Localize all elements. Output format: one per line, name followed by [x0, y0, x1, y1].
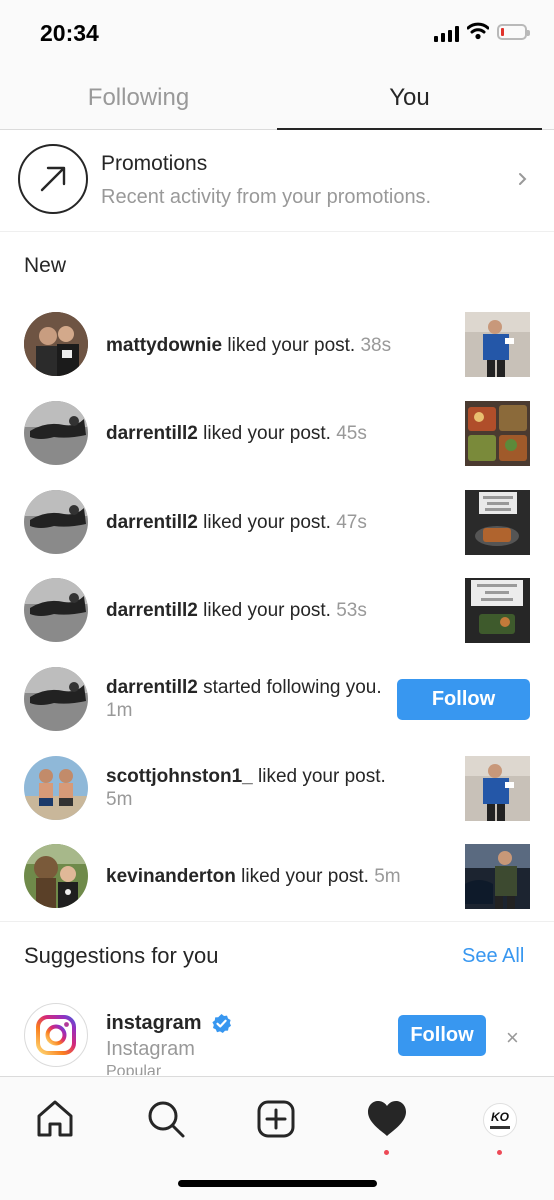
post-thumbnail[interactable] — [465, 756, 530, 821]
activity-username[interactable]: darrentill2 — [106, 512, 198, 533]
section-divider — [0, 921, 554, 922]
section-heading-new: New — [24, 254, 67, 277]
activity-username[interactable]: darrentill2 — [106, 600, 198, 621]
activity-tabs: Following You — [0, 68, 554, 130]
battery-icon — [497, 24, 530, 40]
promotions-title: Promotions — [101, 152, 208, 175]
activity-row[interactable]: darrentill2 liked your post. 47s — [0, 478, 554, 566]
signal-icon — [434, 26, 459, 42]
status-bar: 20:34 — [0, 0, 554, 68]
activity-text: scottjohnston1_ liked your post. 5m — [106, 765, 396, 811]
activity-text: darrentill2 started following you. 1m — [106, 676, 386, 722]
activity-action: liked your post. — [197, 600, 331, 621]
suggestion-username[interactable]: instagram — [106, 1012, 202, 1035]
suggestion-follow-button[interactable]: Follow — [398, 1015, 486, 1056]
tab-following[interactable]: Following — [0, 68, 277, 130]
activity-text: darrentill2 liked your post. 47s — [106, 511, 396, 534]
activity-time: 5m — [106, 789, 133, 810]
activity-row[interactable]: darrentill2 liked your post. 53s — [0, 566, 554, 654]
activity-text: darrentill2 liked your post. 45s — [106, 422, 396, 445]
activity-username[interactable]: darrentill2 — [106, 423, 198, 444]
activity-action: liked your post. — [235, 866, 369, 887]
promotions-subtitle: Recent activity from your promotions. — [101, 186, 432, 208]
activity-row[interactable]: darrentill2 started following you. 1m Fo… — [0, 655, 554, 743]
activity-row[interactable]: mattydownie liked your post. 38s — [0, 301, 554, 389]
activity-time: 47s — [336, 512, 367, 533]
activity-username[interactable]: kevinanderton — [106, 866, 236, 887]
activity-text: mattydownie liked your post. 38s — [106, 334, 396, 357]
activity-action: liked your post. — [222, 335, 356, 356]
activity-text: kevinanderton liked your post. 5m — [106, 865, 456, 888]
activity-action: started following you. — [197, 677, 382, 698]
suggestions-heading: Suggestions for you — [24, 943, 219, 968]
follow-button[interactable]: Follow — [397, 679, 530, 720]
search-icon[interactable] — [144, 1097, 188, 1141]
activity-row[interactable]: kevinanderton liked your post. 5m — [0, 832, 554, 920]
activity-time: 38s — [360, 335, 392, 356]
avatar[interactable] — [24, 667, 88, 731]
activity-username[interactable]: mattydownie — [106, 335, 222, 356]
avatar[interactable] — [24, 578, 88, 642]
activity-time: 45s — [336, 423, 367, 444]
post-thumbnail[interactable] — [465, 844, 530, 909]
post-thumbnail[interactable] — [465, 578, 530, 643]
home-icon[interactable] — [33, 1097, 77, 1141]
status-time: 20:34 — [40, 20, 99, 46]
avatar[interactable] — [24, 844, 88, 908]
avatar[interactable] — [24, 401, 88, 465]
activity-action: liked your post. — [252, 766, 386, 787]
avatar[interactable] — [24, 490, 88, 554]
dismiss-suggestion-button[interactable]: × — [506, 1025, 519, 1051]
tab-you[interactable]: You — [277, 68, 542, 130]
profile-notification-dot — [497, 1150, 502, 1155]
see-all-link[interactable]: See All — [462, 945, 524, 968]
post-thumbnail[interactable] — [465, 401, 530, 466]
profile-avatar-text: KO — [491, 1110, 509, 1124]
promotions-arrow-icon — [18, 144, 88, 214]
activity-heart-icon[interactable] — [365, 1097, 409, 1141]
avatar[interactable] — [24, 312, 88, 376]
chevron-right-icon — [519, 173, 527, 185]
activity-username[interactable]: darrentill2 — [106, 677, 198, 698]
verified-badge-icon — [212, 1014, 231, 1033]
activity-notification-dot — [384, 1150, 389, 1155]
wifi-icon — [467, 22, 489, 40]
promotions-row[interactable]: Promotions Recent activity from your pro… — [0, 130, 554, 232]
activity-time: 53s — [336, 600, 367, 621]
activity-time: 1m — [106, 700, 133, 721]
suggestion-full-name: Instagram — [106, 1038, 195, 1060]
activity-row[interactable]: scottjohnston1_ liked your post. 5m — [0, 744, 554, 832]
avatar[interactable] — [24, 756, 88, 820]
activity-action: liked your post. — [197, 512, 331, 533]
suggestion-note: Popular — [106, 1063, 162, 1075]
post-thumbnail[interactable] — [465, 490, 530, 555]
post-thumbnail[interactable] — [465, 312, 530, 377]
instagram-logo-icon[interactable] — [24, 1003, 88, 1067]
activity-text: darrentill2 liked your post. 53s — [106, 599, 396, 622]
profile-avatar-icon[interactable]: KO — [483, 1103, 517, 1137]
home-indicator — [178, 1180, 377, 1187]
activity-action: liked your post. — [197, 423, 331, 444]
activity-row[interactable]: darrentill2 liked your post. 45s — [0, 389, 554, 477]
activity-time: 5m — [374, 866, 401, 887]
new-post-icon[interactable] — [254, 1097, 298, 1141]
activity-username[interactable]: scottjohnston1_ — [106, 766, 253, 787]
